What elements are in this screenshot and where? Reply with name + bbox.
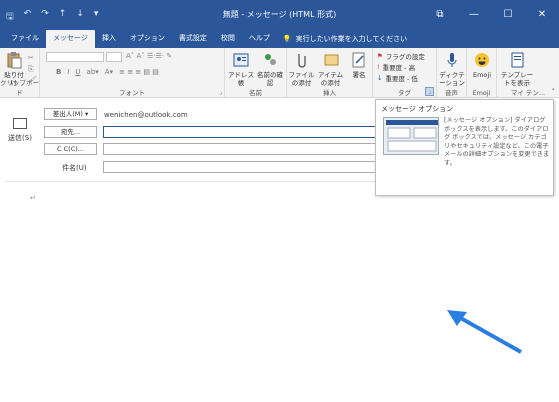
dictate-label: ディクテーション (439, 71, 465, 87)
font-group-label: フォント (119, 89, 145, 97)
maximize-button[interactable]: ☐ (491, 0, 525, 30)
envelope-icon (13, 118, 27, 129)
high-importance-button[interactable]: ! 重要度 - 高 (377, 62, 415, 72)
close-button[interactable]: ✕ (525, 0, 559, 30)
names-group: アドレス帳 名前の確認 名前 (225, 48, 287, 98)
tags-group: ⚑ フラグの設定 ! 重要度 - 高 ↓ 重要度 - 低 タグ ⌟ (373, 48, 437, 98)
down-arrow-icon: ↓ (377, 74, 383, 82)
address-book-label: アドレス帳 (228, 71, 254, 87)
check-names-label: 名前の確認 (257, 71, 283, 87)
message-options-launcher-icon[interactable]: ⌟ (425, 87, 434, 96)
restore-ribbon-icon[interactable]: ⧉ (423, 0, 457, 30)
exclamation-icon: ! (377, 63, 380, 71)
grow-shrink-icons[interactable]: A˄ A˅ ☰·☰· ✎ (126, 52, 172, 60)
lightbulb-icon: 💡 (282, 34, 292, 43)
voice-group: ディクテーション 音声 (437, 48, 467, 98)
followup-label: フラグの設定 (385, 53, 425, 61)
tab-options[interactable]: オプション (123, 30, 172, 48)
bold-button[interactable]: B (56, 68, 61, 76)
ribbon: 貼り付け ✂ ⎘ 🖌 クリップボード A˄ A˅ ☰·☰· ✎ B I U ab▾ … (0, 48, 559, 98)
envelope-attach-icon (322, 51, 340, 69)
to-button[interactable]: 宛先... (44, 126, 97, 138)
attach-item-label: アイテムの添付 (317, 71, 344, 87)
view-templates-label: テンプレートを表示 (500, 71, 534, 87)
from-address: wenichen@outlook.com (104, 111, 188, 119)
cc-button[interactable]: C C(C)... (44, 143, 97, 155)
dialog-preview-thumbnail (383, 117, 439, 155)
minimize-button[interactable]: — (457, 0, 491, 30)
microphone-icon (443, 51, 461, 69)
dictate-button[interactable]: ディクテーション (438, 51, 466, 87)
attach-file-button[interactable]: ファイルの添付 (287, 51, 316, 87)
signature-button[interactable]: 署名 (346, 51, 372, 79)
names-group-label: 名前 (249, 89, 262, 97)
tab-format[interactable]: 書式設定 (172, 30, 214, 48)
followup-button[interactable]: ⚑ フラグの設定 (377, 51, 425, 61)
low-importance-button[interactable]: ↓ 重要度 - 低 (377, 73, 418, 83)
check-names-icon (261, 51, 279, 69)
window-controls: ⧉ — ☐ ✕ (423, 0, 559, 30)
emoji-button[interactable]: Emoji (469, 51, 495, 79)
underline-button[interactable]: U (75, 68, 80, 76)
collapse-ribbon-icon[interactable]: ˄ (552, 88, 556, 96)
ribbon-tabs: ファイル メッセージ 挿入 オプション 書式設定 校閲 ヘルプ 💡 実行したい作… (0, 30, 559, 48)
tab-review[interactable]: 校閲 (214, 30, 242, 48)
tab-file[interactable]: ファイル (4, 30, 46, 48)
outlook-message-window: 🖫 ↶ ↷ ↑ ↓ ▾ 無題 - メッセージ (HTML 形式) ⧉ — ☐ ✕… (0, 0, 559, 402)
clipboard-group: 貼り付け ✂ ⎘ 🖌 クリップボード (0, 48, 40, 98)
include-group: ファイルの添付 アイテムの添付 署名 挿入 (287, 48, 373, 98)
clipboard-group-label: クリップボード (0, 79, 39, 97)
message-options-tooltip: メッセージ オプション [メッセージ オプション] ダイアログ ボックスを表示し… (375, 99, 554, 196)
tell-me-box[interactable]: 💡 実行したい作業を入力してください (277, 30, 407, 48)
font-name-select[interactable] (46, 52, 104, 62)
tell-me-text: 実行したい作業を入力してください (295, 34, 408, 43)
emoji-button-label: Emoji (472, 71, 492, 79)
tab-help[interactable]: ヘルプ (242, 30, 277, 48)
tooltip-description: [メッセージ オプション] ダイアログ ボックスを表示します。このダイアログ ボ… (444, 117, 550, 167)
tab-insert[interactable]: 挿入 (95, 30, 123, 48)
low-importance-label: 重要度 - 低 (385, 75, 418, 83)
signature-icon (350, 51, 368, 69)
paragraph-mark: ↵ (30, 194, 36, 202)
annotation-arrow-icon (447, 310, 522, 354)
subject-label: 件名(U) (62, 164, 87, 172)
font-color-icon[interactable]: A▾ (105, 68, 113, 76)
highlight-icon[interactable]: ab▾ (87, 68, 99, 76)
from-button[interactable]: 差出人(M) ▾ (44, 108, 97, 120)
address-book-icon (232, 51, 250, 69)
font-size-select[interactable] (106, 52, 122, 62)
paste-icon (5, 51, 23, 69)
address-book-button[interactable]: アドレス帳 (227, 51, 255, 87)
templates-group: テンプレートを表示 マイ テン... ˄ (497, 48, 559, 98)
signature-label: 署名 (352, 71, 366, 79)
font-launcher-icon[interactable]: ⌟ (219, 89, 222, 96)
smiley-icon (473, 51, 491, 69)
title-bar: 🖫 ↶ ↷ ↑ ↓ ▾ 無題 - メッセージ (HTML 形式) ⧉ — ☐ ✕ (0, 0, 559, 30)
italic-button[interactable]: I (67, 68, 69, 76)
voice-group-label: 音声 (445, 89, 458, 97)
font-group: A˄ A˅ ☰·☰· ✎ B I U ab▾ A▾ ≡ ≡ ≡ ▤ ▤ フォント… (40, 48, 225, 98)
font-format-row: B I U ab▾ A▾ ≡ ≡ ≡ ▤ ▤ (56, 68, 159, 76)
attach-file-label: ファイルの添付 (288, 71, 315, 87)
templates-icon (508, 51, 526, 69)
message-body[interactable] (5, 181, 553, 399)
high-importance-label: 重要度 - 高 (382, 64, 416, 72)
flag-icon: ⚑ (377, 52, 383, 60)
paperclip-icon (293, 51, 311, 69)
tooltip-title: メッセージ オプション (381, 105, 454, 113)
check-names-button[interactable]: 名前の確認 (256, 51, 284, 87)
send-label: 送信(S) (8, 134, 32, 142)
tab-message[interactable]: メッセージ (46, 30, 95, 48)
view-templates-button[interactable]: テンプレートを表示 (499, 51, 535, 87)
templates-group-label: マイ テン... (510, 89, 546, 97)
attach-item-button[interactable]: アイテムの添付 (316, 51, 345, 87)
emoji-group-label: Emoji (472, 89, 491, 97)
align-icons[interactable]: ≡ ≡ ≡ ▤ ▤ (119, 68, 159, 76)
send-button[interactable]: 送信(S) (5, 118, 35, 154)
emoji-group: Emoji Emoji (467, 48, 497, 98)
include-group-label: 挿入 (323, 89, 336, 97)
